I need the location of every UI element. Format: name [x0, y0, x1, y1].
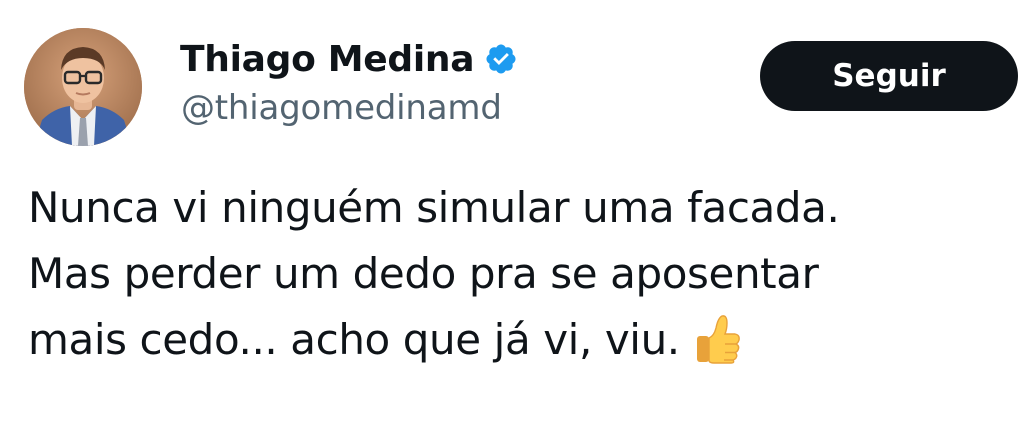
follow-button[interactable]: Seguir: [760, 41, 1018, 111]
tweet-text-line: Mas perder um dedo pra se aposentar: [28, 249, 819, 298]
author-handle[interactable]: @thiagomedinamd: [181, 88, 502, 128]
author-display-name[interactable]: Thiago Medina: [180, 39, 475, 80]
thumbs-up-emoji-icon: [694, 312, 742, 364]
avatar[interactable]: [24, 28, 142, 146]
avatar-photo: [24, 28, 142, 146]
tweet-card: Thiago Medina @thiagomedinamd Seguir Nun…: [0, 0, 1024, 421]
tweet-text-line: Nunca vi ninguém simular uma facada.: [28, 183, 840, 232]
author-name-row: Thiago Medina: [180, 34, 518, 84]
tweet-text: Nunca vi ninguém simular uma facada. Mas…: [28, 175, 1018, 373]
tweet-text-line: mais cedo... acho que já vi, viu.: [28, 307, 1018, 373]
tweet-text-line-content: mais cedo... acho que já vi, viu.: [28, 315, 680, 364]
verified-badge-icon: [484, 42, 518, 76]
